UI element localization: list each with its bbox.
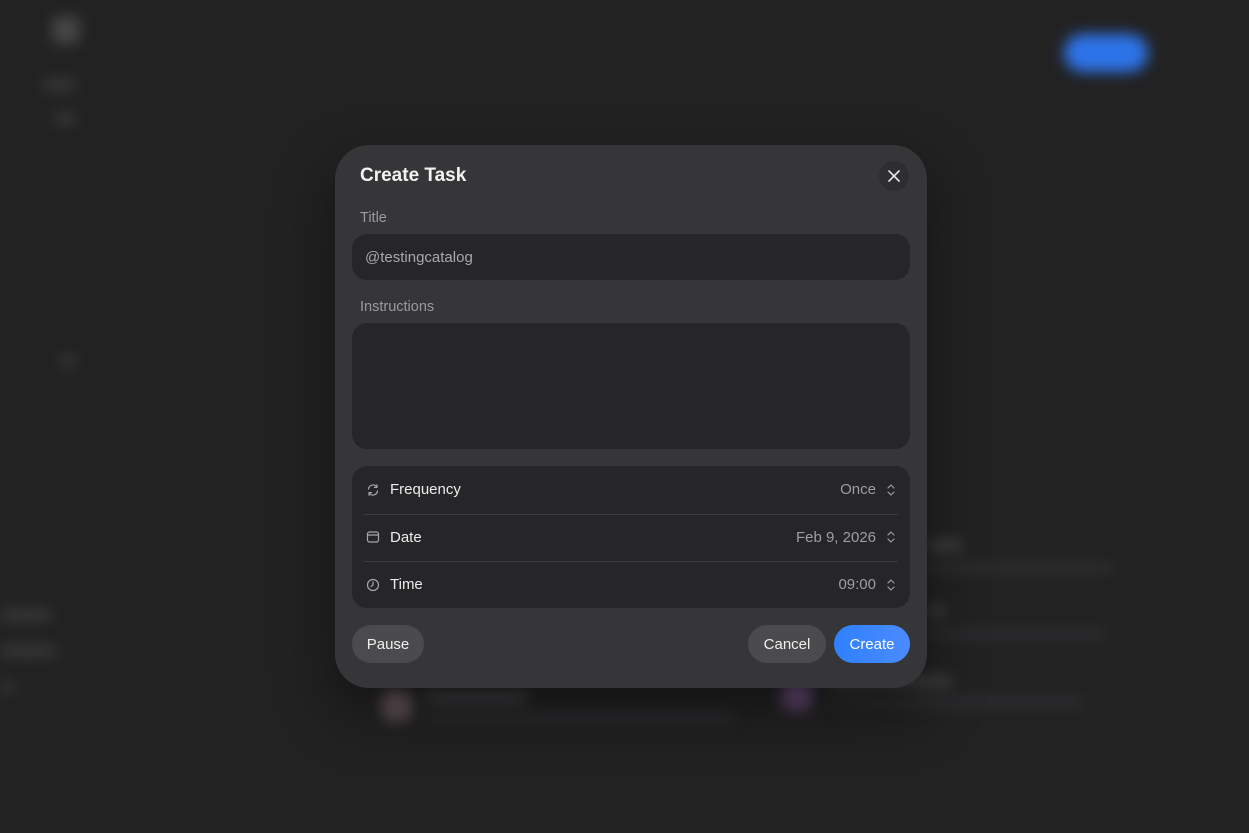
background-card-line [928, 630, 1106, 638]
background-card-line [928, 564, 1114, 572]
close-button[interactable] [879, 161, 909, 191]
title-label: Title [360, 210, 387, 226]
sidebar-placeholder [0, 610, 52, 620]
background-card-line [424, 692, 528, 702]
background-card-line [424, 713, 734, 721]
sidebar-placeholder [42, 80, 76, 90]
time-value: 09:00 [838, 576, 876, 594]
background-new-button [1064, 34, 1148, 72]
clock-icon [366, 578, 380, 592]
sidebar-placeholder [0, 646, 56, 656]
date-value: Feb 9, 2026 [795, 528, 876, 546]
frequency-value: Once [840, 481, 876, 499]
chevron-up-down-icon [886, 578, 896, 592]
sidebar-placeholder [60, 356, 76, 366]
background-card-icon [382, 690, 412, 720]
sidebar-placeholder [54, 114, 76, 124]
date-label: Date [390, 528, 422, 546]
instructions-input[interactable] [352, 323, 910, 449]
instructions-label: Instructions [360, 299, 435, 315]
repeat-icon [366, 483, 380, 497]
title-input[interactable] [352, 234, 910, 280]
date-row[interactable]: Date Feb 9, 2026 [352, 513, 910, 562]
calendar-icon [366, 530, 380, 544]
time-label: Time [390, 576, 423, 594]
background-card-line [928, 606, 946, 616]
schedule-settings: Frequency Once Date Feb 9, 2026 Time 09:… [352, 466, 910, 608]
dialog-title: Create Task [360, 165, 467, 186]
background-card-line [826, 698, 1084, 706]
create-task-dialog: Create Task Title Instructions Frequency… [335, 145, 927, 688]
close-icon [888, 170, 900, 182]
pause-button[interactable]: Pause [352, 625, 424, 663]
app-logo [52, 16, 80, 44]
background-card-line [928, 540, 962, 550]
cancel-button[interactable]: Cancel [748, 625, 826, 663]
sidebar-placeholder [0, 682, 14, 692]
frequency-row[interactable]: Frequency Once [352, 466, 910, 514]
time-row[interactable]: Time 09:00 [352, 561, 910, 608]
chevron-up-down-icon [886, 483, 896, 497]
create-button[interactable]: Create [834, 625, 910, 663]
chevron-up-down-icon [886, 530, 896, 544]
frequency-label: Frequency [390, 481, 461, 499]
